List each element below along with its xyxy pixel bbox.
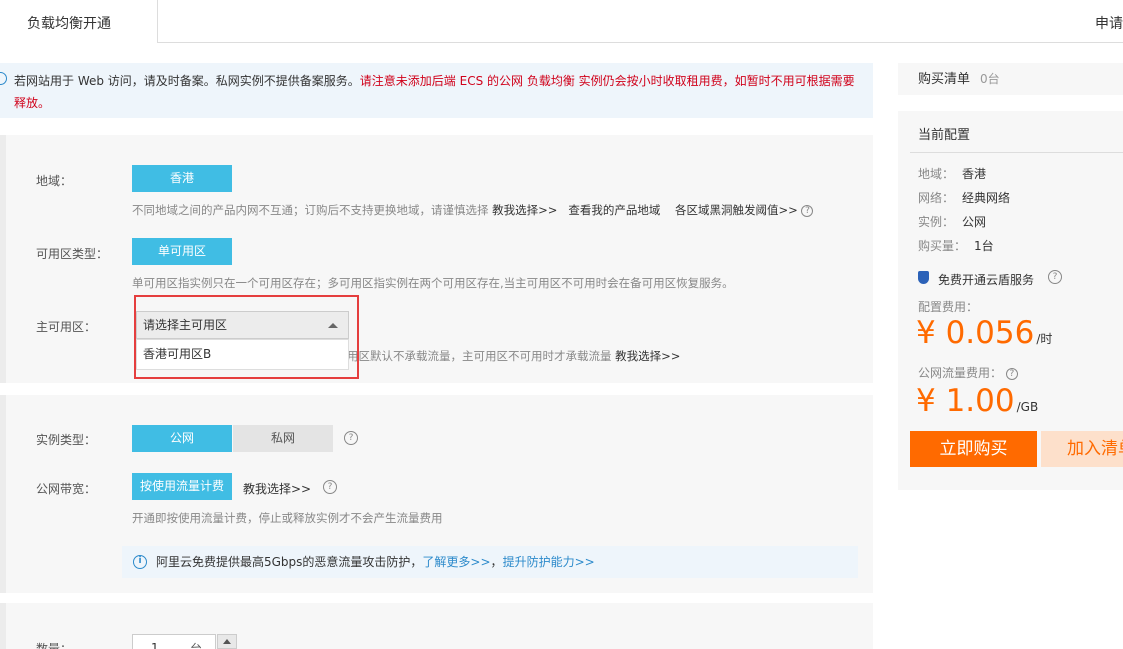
region-help-link[interactable]: 教我选择>> xyxy=(492,203,557,217)
highlight-frame xyxy=(134,295,359,379)
zone-type-hint: 单可用区指实例只在一个可用区存在；多可用区指实例在两个可用区存在,当主可用区不可… xyxy=(132,276,734,290)
help-icon[interactable]: ? xyxy=(1005,367,1018,380)
instance-type-label: 实例类型： xyxy=(36,433,97,447)
tab-slb-open[interactable]: 负载均衡开通 xyxy=(0,0,158,43)
buy-now-button[interactable]: 立即购买 xyxy=(910,431,1037,467)
help-icon[interactable]: ? xyxy=(323,480,337,494)
bandwidth-hint: 开通即按使用流量计费，停止或释放实例才不会产生流量费用 xyxy=(132,511,443,525)
region-panel xyxy=(0,135,873,383)
region-hint: 不同地域之间的产品内网不互通；订购后不支持更换地域，请谨慎选择 教我选择>> 查… xyxy=(132,202,814,218)
cart-header[interactable]: 购买清单 0台 xyxy=(898,63,1123,95)
region-label: 地域： xyxy=(36,174,73,188)
pay-by-traffic-button[interactable]: 按使用流量计费 xyxy=(132,473,232,500)
config-row: 网络： 经典网络 xyxy=(918,191,1011,205)
zone-type-label: 可用区类型： xyxy=(36,247,109,261)
main-zone-hint: 用区默认不承载流量，主可用区不可用时才承载流量 教我选择>> xyxy=(347,348,680,364)
quantity-panel xyxy=(0,603,873,649)
help-icon[interactable]: ? xyxy=(801,204,814,217)
my-product-region-link[interactable]: 查看我的产品地域 xyxy=(568,203,660,217)
zone-help-link[interactable]: 教我选择>> xyxy=(615,349,680,363)
region-hongkong-button[interactable]: 香港 xyxy=(132,165,232,192)
cart-title: 购买清单 xyxy=(918,72,971,87)
config-fee-label: 配置费用： xyxy=(918,300,979,314)
traffic-fee-label: 公网流量费用： ? xyxy=(918,364,1018,381)
ddos-text: 阿里云免费提供最高5Gbps的恶意流量攻击防护， xyxy=(156,555,423,569)
cart-count: 0台 xyxy=(980,72,1000,86)
private-network-button[interactable]: 私网 xyxy=(233,425,333,452)
quantity-increment-button[interactable] xyxy=(217,634,237,649)
upgrade-protection-link[interactable]: 提升防护能力>> xyxy=(503,555,595,569)
quantity-label: 数量： xyxy=(36,642,73,649)
quantity-input[interactable]: 1 xyxy=(132,634,216,649)
config-row: 实例： 公网 xyxy=(918,215,987,229)
cloud-shield-text: 免费开通云盾服务 xyxy=(938,273,1035,287)
main-zone-hint-text: 用区默认不承载流量，主可用区不可用时才承载流量 xyxy=(347,349,612,363)
shield-icon xyxy=(918,271,929,284)
ddos-info-box: i 阿里云免费提供最高5Gbps的恶意流量攻击防护，了解更多>>，提升防护能力>… xyxy=(122,546,858,578)
info-icon xyxy=(0,72,7,85)
single-zone-button[interactable]: 单可用区 xyxy=(132,238,232,265)
help-icon[interactable]: ? xyxy=(1048,270,1062,284)
ddos-separator: ， xyxy=(490,555,503,569)
config-title: 当前配置 xyxy=(918,128,971,143)
bandwidth-help-link[interactable]: 教我选择>> xyxy=(243,480,311,497)
add-to-cart-button[interactable]: 加入清单 xyxy=(1041,431,1123,467)
config-fee: ¥ 0.056/时 xyxy=(916,315,1053,351)
config-row: 地域： 香港 xyxy=(918,167,987,181)
quantity-unit: 台 xyxy=(190,642,203,649)
tab-apply[interactable]: 申请 xyxy=(1095,13,1123,33)
bandwidth-label: 公网带宽： xyxy=(36,482,97,496)
notice-banner: 若网站用于 Web 访问，请及时备案。私网实例不提供备案服务。请注意未添加后端 … xyxy=(0,63,873,118)
info-icon: i xyxy=(133,555,147,569)
learn-more-link[interactable]: 了解更多>> xyxy=(422,555,490,569)
public-network-button[interactable]: 公网 xyxy=(132,425,232,452)
traffic-fee: ¥ 1.00/GB xyxy=(916,383,1039,419)
help-icon[interactable]: ? xyxy=(344,431,358,445)
tab-bar: 负载均衡开通 申请 xyxy=(0,0,1123,43)
divider xyxy=(910,152,1123,153)
blackhole-threshold-link[interactable]: 各区域黑洞触发阈值>> xyxy=(675,203,798,217)
config-row: 购买量： 1台 xyxy=(918,239,994,253)
notice-text: 若网站用于 Web 访问，请及时备案。私网实例不提供备案服务。 xyxy=(14,74,360,88)
region-hint-text: 不同地域之间的产品内网不互通；订购后不支持更换地域，请谨慎选择 xyxy=(132,203,489,217)
main-zone-label: 主可用区： xyxy=(36,320,97,334)
